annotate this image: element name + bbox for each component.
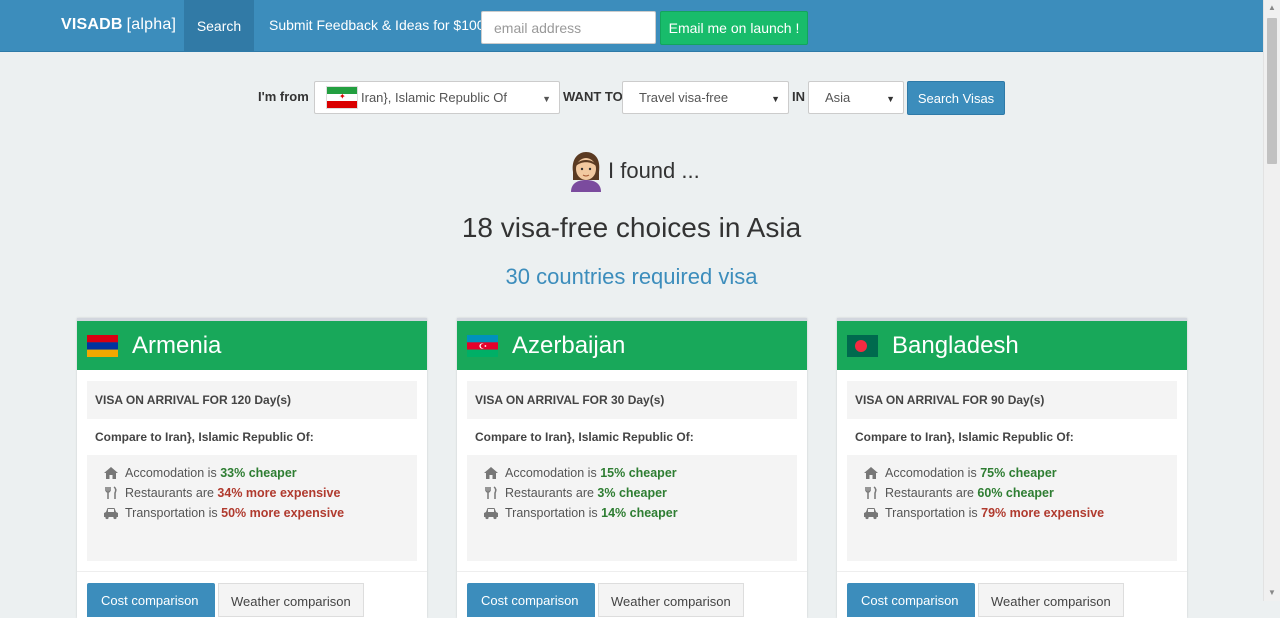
compare-title: Compare to Iran}, Islamic Republic Of: — [475, 430, 694, 444]
car-icon — [104, 508, 118, 520]
results-count-title: 18 visa-free choices in Asia — [461, 212, 802, 243]
compare-title: Compare to Iran}, Islamic Republic Of: — [855, 430, 1074, 444]
stat-label: Restaurants are — [885, 486, 974, 500]
cost-stats: Accomodation is 15% cheaper Restaurants … — [467, 455, 797, 561]
cost-comparison-button[interactable]: Cost comparison — [87, 583, 215, 617]
stat-label: Transportation is — [505, 506, 598, 520]
car-icon — [484, 508, 498, 520]
country-card: Bangladesh VISA ON ARRIVAL FOR 90 Day(s)… — [837, 318, 1187, 618]
stat-value: 15% cheaper — [600, 466, 677, 480]
scroll-down-arrow-icon[interactable]: ▼ — [1264, 585, 1280, 601]
stat-label: Restaurants are — [125, 486, 214, 500]
country-card: Azerbaijan VISA ON ARRIVAL FOR 30 Day(s)… — [457, 318, 807, 618]
travel-type-value: Travel visa-free — [639, 90, 729, 105]
stat-label: Accomodation is — [885, 466, 977, 480]
card-header[interactable]: Armenia — [77, 318, 427, 370]
in-label: IN — [792, 89, 805, 104]
travel-type-select[interactable]: Travel visa-free ▼ — [622, 81, 789, 114]
brand-name[interactable]: VISADB — [61, 16, 123, 33]
found-text: I found ... — [608, 158, 700, 183]
stat-value: 50% more expensive — [221, 506, 345, 520]
home-icon — [484, 467, 498, 479]
stat-transportation: Transportation is 50% more expensive — [103, 503, 344, 523]
stat-restaurants: Restaurants are 3% cheaper — [483, 483, 667, 503]
home-icon — [104, 467, 118, 479]
visa-info: VISA ON ARRIVAL FOR 90 Day(s) — [847, 381, 1177, 419]
region-value: Asia — [825, 90, 851, 105]
country-name[interactable]: Azerbaijan — [512, 332, 625, 360]
stat-label: Transportation is — [885, 506, 978, 520]
home-icon — [864, 467, 878, 479]
weather-comparison-button[interactable]: Weather comparison — [218, 583, 364, 617]
cutlery-icon — [105, 486, 117, 499]
country-name[interactable]: Armenia — [132, 332, 221, 360]
stat-accommodation: Accomodation is 75% cheaper — [863, 463, 1057, 483]
cost-stats: Accomodation is 75% cheaper Restaurants … — [847, 455, 1177, 561]
cutlery-icon — [865, 486, 877, 499]
nav-search-link[interactable]: Search — [184, 0, 254, 51]
country-card: Armenia VISA ON ARRIVAL FOR 120 Day(s) C… — [77, 318, 427, 618]
divider — [837, 571, 1187, 572]
stat-value: 60% cheaper — [977, 486, 1054, 500]
from-label: I'm from — [258, 89, 309, 104]
card-header[interactable]: Azerbaijan — [457, 318, 807, 370]
cutlery-icon — [485, 486, 497, 499]
cost-comparison-button[interactable]: Cost comparison — [467, 583, 595, 617]
divider — [457, 571, 807, 572]
stat-value: 75% cheaper — [980, 466, 1057, 480]
stat-value: 3% cheaper — [597, 486, 667, 500]
visa-info: VISA ON ARRIVAL FOR 120 Day(s) — [87, 381, 417, 419]
iran-flag-icon: ✦ — [327, 87, 357, 108]
page-scrollbar[interactable]: ▲ ▼ — [1263, 0, 1280, 601]
brand-tag: [alpha] — [126, 16, 177, 33]
card-header[interactable]: Bangladesh — [837, 318, 1187, 370]
stat-restaurants: Restaurants are 60% cheaper — [863, 483, 1054, 503]
stat-label: Accomodation is — [505, 466, 597, 480]
weather-comparison-button[interactable]: Weather comparison — [598, 583, 744, 617]
compare-title: Compare to Iran}, Islamic Republic Of: — [95, 430, 314, 444]
visa-required-link[interactable]: 30 countries required visa — [0, 264, 1263, 290]
country-select[interactable]: ✦ Iran}, Islamic Republic Of ▼ — [314, 81, 560, 114]
weather-comparison-button[interactable]: Weather comparison — [978, 583, 1124, 617]
divider — [77, 571, 427, 572]
want-label: WANT TO — [563, 89, 623, 104]
car-icon — [864, 508, 878, 520]
chevron-down-icon: ▼ — [542, 94, 551, 104]
stat-restaurants: Restaurants are 34% more expensive — [103, 483, 340, 503]
bangladesh-flag-icon — [847, 334, 878, 357]
email-input[interactable] — [481, 11, 656, 44]
visa-info: VISA ON ARRIVAL FOR 30 Day(s) — [467, 381, 797, 419]
stat-label: Accomodation is — [125, 466, 217, 480]
stat-label: Transportation is — [125, 506, 218, 520]
country-select-value: Iran}, Islamic Republic Of — [361, 90, 507, 105]
top-navbar: VISADB [alpha] Search Submit Feedback & I… — [0, 0, 1263, 52]
search-visas-button[interactable]: Search Visas — [907, 81, 1005, 115]
email-launch-button[interactable]: Email me on launch ! — [660, 11, 808, 45]
chevron-down-icon: ▼ — [886, 94, 895, 104]
stat-accommodation: Accomodation is 15% cheaper — [483, 463, 677, 483]
brand-logo[interactable]: VISADB [alpha] — [61, 16, 176, 34]
scroll-up-arrow-icon[interactable]: ▲ — [1264, 0, 1280, 16]
country-name[interactable]: Bangladesh — [892, 332, 1019, 360]
armenia-flag-icon — [87, 334, 118, 357]
region-select[interactable]: Asia ▼ — [808, 81, 904, 114]
scroll-thumb[interactable] — [1267, 18, 1277, 164]
cost-comparison-button[interactable]: Cost comparison — [847, 583, 975, 617]
azerbaijan-flag-icon — [467, 334, 498, 357]
stat-transportation: Transportation is 79% more expensive — [863, 503, 1104, 523]
found-heading: I found ... — [567, 150, 700, 192]
chevron-down-icon: ▼ — [771, 94, 780, 104]
stat-transportation: Transportation is 14% cheaper — [483, 503, 678, 523]
woman-avatar-icon — [571, 152, 601, 192]
stat-value: 14% cheaper — [601, 506, 678, 520]
stat-accommodation: Accomodation is 33% cheaper — [103, 463, 297, 483]
stat-value: 33% cheaper — [220, 466, 297, 480]
stat-value: 79% more expensive — [981, 506, 1105, 520]
stat-label: Restaurants are — [505, 486, 594, 500]
stat-value: 34% more expensive — [217, 486, 341, 500]
nav-feedback-link[interactable]: Submit Feedback & Ideas for $100 — [269, 17, 485, 33]
cost-stats: Accomodation is 33% cheaper Restaurants … — [87, 455, 417, 561]
